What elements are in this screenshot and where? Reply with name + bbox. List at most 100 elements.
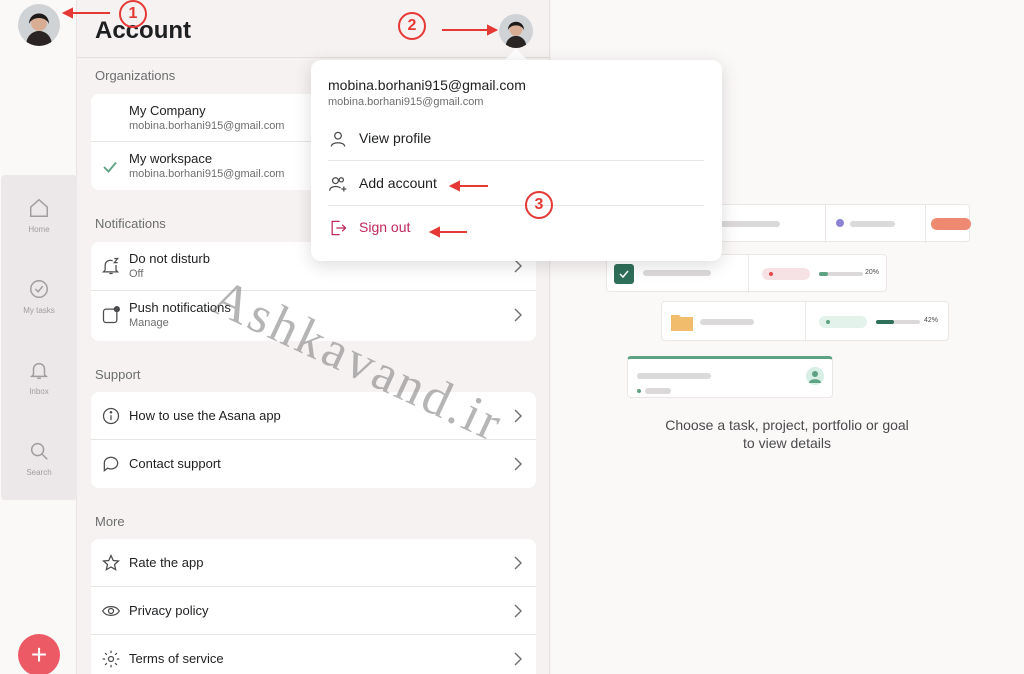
- organization-email: mobina.borhani915@gmail.com: [129, 120, 285, 132]
- menu-item-label: Add account: [359, 175, 437, 191]
- illustration-divider: [825, 205, 826, 243]
- chevron-right-icon: [514, 259, 522, 273]
- illustration-divider: [805, 302, 806, 342]
- header-avatar-button[interactable]: [499, 14, 533, 48]
- support-section-title: Support: [95, 367, 141, 382]
- rail-label-my-tasks: My tasks: [23, 306, 55, 315]
- left-rail: Home My tasks Inbox Search +: [0, 0, 77, 674]
- checkmark-icon: [619, 270, 629, 279]
- notifications-section-title: Notifications: [95, 216, 166, 231]
- progress-label: 42%: [924, 317, 939, 324]
- user-avatar[interactable]: [18, 4, 60, 46]
- progress-fill: [876, 320, 894, 324]
- row-label: Privacy policy: [129, 603, 209, 618]
- check-circle-icon: [30, 280, 48, 298]
- support-card: How to use the Asana app Contact support: [91, 392, 536, 488]
- how-to-use-row[interactable]: How to use the Asana app: [91, 392, 536, 440]
- rail-item-search[interactable]: Search: [1, 418, 77, 499]
- illustration-divider: [925, 205, 926, 243]
- illustration-card: [627, 356, 833, 398]
- illustration-bar: [850, 221, 895, 227]
- rail-navigation: Home My tasks Inbox Search: [1, 175, 77, 500]
- organization-name: My Company: [129, 103, 206, 118]
- more-section-title: More: [95, 514, 125, 529]
- illustration-dot: [826, 320, 830, 324]
- empty-state-message: Choose a task, project, portfolio or goa…: [665, 417, 909, 451]
- push-notifications-row[interactable]: Push notifications Manage: [91, 291, 536, 341]
- view-profile-menu-item[interactable]: View profile: [328, 119, 704, 159]
- account-menu: mobina.borhani915@gmail.com mobina.borha…: [311, 60, 722, 261]
- chevron-right-icon: [514, 409, 522, 423]
- illustration-divider: [748, 255, 749, 293]
- menu-email: mobina.borhani915@gmail.com: [328, 77, 526, 93]
- chevron-right-icon: [514, 652, 522, 666]
- create-button[interactable]: +: [18, 634, 60, 674]
- row-label: Contact support: [129, 456, 221, 471]
- row-subtitle: Manage: [129, 317, 169, 329]
- search-icon: [30, 442, 48, 460]
- rail-item-my-tasks[interactable]: My tasks: [1, 256, 77, 337]
- chat-bubble-icon: [103, 456, 119, 472]
- row-label: How to use the Asana app: [129, 408, 281, 423]
- account-header: Account: [77, 0, 550, 58]
- progress-label: 20%: [865, 269, 880, 276]
- rail-label-search: Search: [26, 468, 52, 477]
- row-title: Do not disturb: [129, 251, 210, 266]
- info-icon: [102, 407, 120, 425]
- illustration-avatar: [836, 219, 844, 227]
- notification-badge-icon: [102, 306, 120, 324]
- contact-support-row[interactable]: Contact support: [91, 440, 536, 488]
- checkmark-icon: [103, 161, 117, 173]
- privacy-policy-row[interactable]: Privacy policy: [91, 587, 536, 635]
- bell-icon: [29, 362, 49, 379]
- illustration-dot: [637, 389, 641, 393]
- menu-email-sub: mobina.borhani915@gmail.com: [328, 96, 484, 108]
- organizations-section-title: Organizations: [95, 68, 176, 83]
- terms-of-service-row[interactable]: Terms of service: [91, 635, 536, 674]
- rail-label-inbox: Inbox: [29, 387, 49, 396]
- menu-item-label: Sign out: [359, 219, 411, 235]
- illustration-tag: [931, 218, 971, 230]
- more-card: Rate the app Privacy policy Terms of ser…: [91, 539, 536, 674]
- sign-out-menu-item[interactable]: Sign out: [328, 208, 704, 248]
- menu-divider: [328, 205, 704, 206]
- progress-fill: [819, 272, 828, 276]
- illustration-card: 42%: [661, 301, 949, 342]
- row-label: Rate the app: [129, 555, 204, 570]
- rail-item-inbox[interactable]: Inbox: [1, 337, 77, 418]
- rail-item-home[interactable]: Home: [1, 175, 77, 256]
- illustration-bar: [637, 373, 711, 379]
- row-subtitle: Off: [129, 268, 144, 280]
- row-label: Terms of service: [129, 651, 224, 666]
- chevron-right-icon: [514, 308, 522, 322]
- illustration-bar: [700, 319, 754, 325]
- organization-name: My workspace: [129, 151, 213, 166]
- chevron-right-icon: [514, 556, 522, 570]
- person-icon: [330, 131, 346, 147]
- rate-app-row[interactable]: Rate the app: [91, 539, 536, 587]
- illustration-avatar: [806, 367, 824, 385]
- illustration-bar: [643, 270, 711, 276]
- eye-icon: [101, 606, 121, 616]
- menu-item-label: View profile: [359, 130, 432, 146]
- illustration-bar: [720, 221, 780, 227]
- bell-snooze-icon: [101, 257, 120, 275]
- gear-icon: [102, 650, 120, 668]
- illustration-bar: [645, 388, 671, 394]
- page-title: Account: [95, 17, 191, 44]
- rail-label-home: Home: [28, 225, 50, 234]
- star-icon: [101, 553, 121, 571]
- row-title: Push notifications: [129, 300, 231, 315]
- illustration-dot: [769, 272, 773, 276]
- organization-email: mobina.borhani915@gmail.com: [129, 168, 285, 180]
- menu-divider: [328, 160, 704, 161]
- home-icon: [30, 198, 48, 217]
- folder-icon: [671, 315, 693, 331]
- chevron-right-icon: [514, 457, 522, 471]
- add-account-menu-item[interactable]: Add account: [328, 164, 704, 204]
- illustration-checkbox: [614, 264, 634, 284]
- person-icon: [809, 371, 821, 383]
- chevron-right-icon: [514, 604, 522, 618]
- add-user-icon: [329, 177, 347, 192]
- sign-out-icon: [331, 220, 347, 236]
